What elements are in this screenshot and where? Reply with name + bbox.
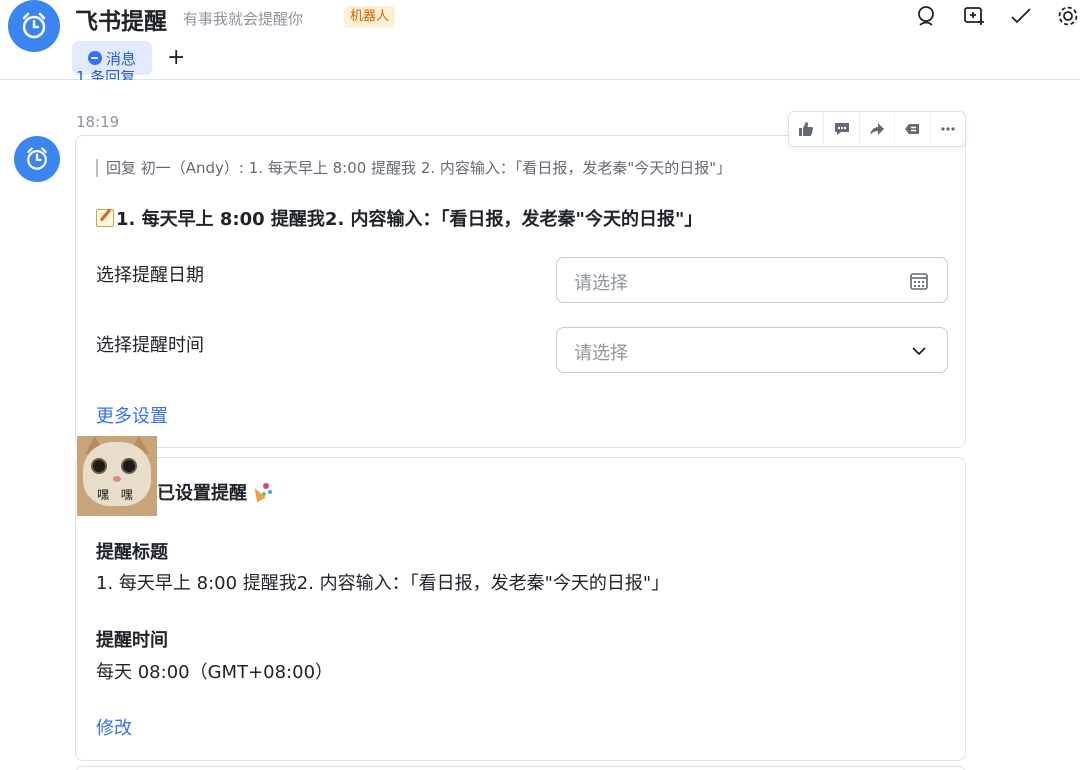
party-popper-icon: [251, 481, 273, 503]
add-chat-icon: [964, 7, 984, 25]
more-actions-button[interactable]: [931, 112, 965, 146]
like-button[interactable]: [789, 112, 825, 146]
more-reply-icon: [905, 124, 920, 134]
reminder-time-label: 提醒时间: [96, 630, 168, 651]
time-select[interactable]: 请选择: [556, 327, 948, 373]
bot-avatar[interactable]: [8, 0, 60, 52]
add-tab-button[interactable]: +: [167, 44, 185, 72]
bot-badge: 机器人: [344, 6, 396, 28]
confirmation-title: 已设置提醒: [157, 479, 273, 505]
next-card-edge: [75, 766, 966, 770]
time-label: 选择提醒时间: [96, 335, 204, 356]
card-title: 1. 每天早上 8:00 提醒我2. 内容输入：「看日报，发老秦"今天的日报"」: [96, 205, 702, 231]
chat-window: 飞书提醒 有事我就会提醒你 机器人 消息 + 1 条回复 18:19 回复 初一…: [0, 0, 1080, 770]
settings-button[interactable]: [1056, 4, 1080, 28]
alarm-clock-icon: [27, 147, 47, 170]
edit-reminder-link[interactable]: 修改: [96, 714, 132, 740]
chat-subtitle: 有事我就会提醒你: [183, 10, 304, 28]
calendar-icon: [908, 270, 930, 292]
reminder-form-card: 回复 初一（Andy）: 1. 每天早上 8:00 提醒我 2. 内容输入：「看…: [75, 135, 966, 448]
forward-button[interactable]: [860, 112, 896, 146]
reply-count-link[interactable]: 1 条回复: [76, 70, 135, 80]
search-button[interactable]: [915, 4, 939, 28]
add-chat-button[interactable]: [962, 4, 986, 28]
reminder-title-label: 提醒标题: [96, 542, 168, 563]
comment-button[interactable]: [824, 112, 860, 146]
reminder-time-value: 每天 08:00（GMT+08:00）: [96, 662, 334, 683]
forward-icon: [870, 123, 885, 135]
header-toolbar: [892, 4, 1080, 28]
date-picker[interactable]: 请选择: [556, 257, 948, 303]
sender-avatar[interactable]: [14, 136, 60, 182]
reply-button[interactable]: [895, 112, 931, 146]
reminder-title-value: 1. 每天早上 8:00 提醒我2. 内容输入：「看日报，发老秦"今天的日报"」: [96, 573, 670, 594]
comment-icon: [834, 123, 849, 135]
chevron-down-icon: [908, 340, 930, 362]
thumbs-up-icon: [799, 122, 814, 136]
cat-sticker-image: 嘿 嘿: [77, 436, 157, 516]
done-icon: [1011, 8, 1031, 24]
memo-icon: [96, 209, 114, 227]
chat-title: 飞书提醒: [75, 9, 167, 35]
message-action-toolbar: [788, 111, 966, 147]
sticker-caption: 嘿 嘿: [97, 488, 137, 502]
settings-icon: [1058, 6, 1078, 26]
done-button[interactable]: [1009, 4, 1033, 28]
date-placeholder: 请选择: [574, 273, 628, 294]
search-icon: [918, 6, 934, 26]
reply-quote: 回复 初一（Andy）: 1. 每天早上 8:00 提醒我 2. 内容输入：「看…: [96, 159, 731, 177]
date-label: 选择提醒日期: [96, 265, 204, 286]
more-settings-link[interactable]: 更多设置: [96, 402, 168, 428]
chat-header: 飞书提醒 有事我就会提醒你 机器人 消息 +: [0, 0, 1080, 80]
message-icon: [87, 51, 102, 65]
time-placeholder: 请选择: [574, 343, 628, 364]
card-title-text: 1. 每天早上 8:00 提醒我2. 内容输入：「看日报，发老秦"今天的日报"」: [116, 209, 703, 230]
tab-messages-label: 消息: [105, 49, 136, 68]
confirmation-title-text: 已设置提醒: [157, 483, 247, 504]
alarm-clock-icon: [22, 12, 46, 39]
more-icon: [941, 127, 955, 131]
message-time: 18:19: [76, 113, 120, 131]
